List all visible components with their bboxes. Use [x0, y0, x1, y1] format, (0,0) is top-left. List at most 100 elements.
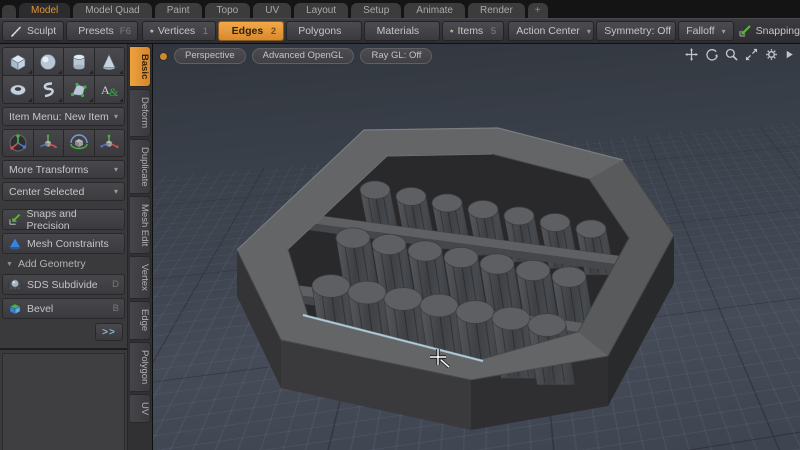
orbit-rotate-icon[interactable] [705, 48, 718, 61]
transform-gizmo-icon [7, 133, 29, 153]
chevron-down-icon: ▾ [114, 165, 118, 174]
snaps-icon [8, 213, 21, 226]
viewport-canvas[interactable] [153, 44, 800, 450]
tab-model-quad[interactable]: Model Quad [73, 3, 151, 18]
add-tab-button[interactable]: + [528, 3, 548, 18]
vtab-uv[interactable]: UV [130, 394, 151, 423]
edges-cube-icon [226, 25, 227, 37]
sidebar-vertical-tabs: Basic Deform Duplicate Mesh Edit Vertex … [128, 44, 152, 450]
snapping-arrow-icon [738, 24, 752, 38]
action-center-dropdown[interactable]: Action Center ▾ [508, 21, 594, 41]
layout-tabbar: Model Model Quad Paint Topo UV Layout Se… [0, 0, 800, 18]
mode-items-button[interactable]: Items 5 [442, 21, 504, 41]
sketch-curve-icon [69, 81, 89, 99]
svg-text:&: & [109, 85, 119, 99]
vtab-deform[interactable]: Deform [130, 89, 151, 136]
cube-primitive-button[interactable] [3, 48, 33, 75]
helix-primitive-button[interactable] [34, 76, 64, 103]
bevel-icon [8, 302, 22, 315]
transform-tool-button[interactable] [3, 130, 33, 156]
presets-label: Presets [78, 25, 114, 37]
perspective-button[interactable]: Perspective [174, 48, 246, 64]
tab-uv[interactable]: UV [253, 3, 291, 18]
chevron-down-icon: ▾ [114, 187, 118, 196]
mode-shortcut-number: 5 [489, 26, 496, 37]
scale-tool-button[interactable] [95, 130, 125, 156]
vtab-vertex[interactable]: Vertex [130, 256, 151, 299]
vtab-mesh-edit[interactable]: Mesh Edit [130, 196, 151, 254]
expand-panel-button[interactable]: >> [95, 323, 123, 341]
torus-primitive-button[interactable] [3, 76, 33, 103]
sculpt-pen-icon [10, 25, 23, 38]
bevel-button[interactable]: Bevel B [2, 298, 125, 319]
tab-paint[interactable]: Paint [155, 3, 202, 18]
3d-viewport[interactable]: Perspective Advanced OpenGL Ray GL: Off [152, 44, 800, 450]
mode-shortcut-number: 2 [269, 26, 276, 37]
more-transforms-dropdown[interactable]: More Transforms ▾ [2, 160, 125, 179]
center-selected-dropdown[interactable]: Center Selected ▾ [2, 182, 125, 201]
tab-render[interactable]: Render [468, 3, 525, 18]
vtab-basic[interactable]: Basic [130, 46, 151, 87]
snapping-button[interactable]: Snapping [736, 21, 800, 41]
chevron-down-icon: ▾ [587, 27, 591, 36]
sculpt-button[interactable]: Sculpt [2, 21, 64, 41]
vtab-polygon[interactable]: Polygon [130, 342, 151, 392]
mode-label: Materials [377, 25, 420, 37]
items-cube-icon [450, 25, 453, 37]
mesh-constraints-icon [8, 237, 22, 250]
cone-primitive-button[interactable] [95, 48, 125, 75]
helix-icon [38, 81, 58, 99]
empty-panel [2, 353, 125, 450]
viewport-active-dot-icon[interactable] [159, 52, 168, 61]
snaps-precision-button[interactable]: Snaps and Precision [2, 209, 125, 230]
rotate-tool-button[interactable] [64, 130, 94, 156]
viewport-menu-icon[interactable] [785, 48, 794, 61]
triangle-down-icon: ▼ [6, 261, 13, 268]
bevel-label: Bevel [27, 303, 53, 315]
primitive-grid: A & [2, 47, 125, 104]
vtab-edge[interactable]: Edge [130, 301, 151, 339]
move-tool-button[interactable] [34, 130, 64, 156]
item-menu-dropdown[interactable]: Item Menu: New Item ▾ [2, 107, 125, 126]
fit-view-icon[interactable] [745, 48, 758, 61]
sds-subdivide-button[interactable]: SDS Subdivide D [2, 274, 125, 295]
rotate-gizmo-icon [68, 133, 90, 153]
sds-subdivide-icon [8, 278, 22, 291]
add-geometry-header[interactable]: ▼ Add Geometry [2, 257, 125, 271]
panel-splitter[interactable] [0, 348, 127, 350]
falloff-label: Falloff [686, 25, 714, 37]
tab-animate[interactable]: Animate [404, 3, 465, 18]
center-selected-label: Center Selected [9, 186, 84, 198]
sketch-curve-button[interactable] [64, 76, 94, 103]
tool-sidebar: A & Item Menu: New Item ▾ [0, 44, 128, 450]
shading-mode-button[interactable]: Advanced OpenGL [252, 48, 355, 64]
sds-shortcut: D [112, 279, 119, 290]
mode-vertices-button[interactable]: Vertices 1 [142, 21, 216, 41]
action-center-label: Action Center [516, 25, 580, 37]
tab-layout[interactable]: Layout [294, 3, 348, 18]
sds-subdivide-label: SDS Subdivide [27, 279, 98, 291]
text-primitive-button[interactable]: A & [95, 76, 125, 103]
vertices-cube-icon [150, 25, 154, 37]
more-transforms-label: More Transforms [9, 164, 88, 176]
falloff-dropdown[interactable]: Falloff ▾ [678, 21, 733, 41]
main-toolbar: Sculpt Presets F6 Vertices 1 Edges 2 [0, 18, 800, 44]
symmetry-dropdown[interactable]: Symmetry: Off ▾ [596, 21, 676, 41]
cone-icon [99, 53, 119, 71]
cube-icon [8, 53, 28, 71]
settings-gear-icon[interactable] [765, 48, 778, 61]
zoom-magnifier-icon[interactable] [725, 48, 738, 61]
mode-polygons-button[interactable]: Polygons [286, 21, 362, 41]
cylinder-primitive-button[interactable] [64, 48, 94, 75]
raygl-button[interactable]: Ray GL: Off [360, 48, 432, 64]
vtab-duplicate[interactable]: Duplicate [130, 139, 151, 195]
sphere-primitive-button[interactable] [34, 48, 64, 75]
mesh-constraints-button[interactable]: Mesh Constraints [2, 233, 125, 254]
mode-edges-button[interactable]: Edges 2 [218, 21, 284, 41]
presets-button[interactable]: Presets F6 [66, 21, 138, 41]
tab-setup[interactable]: Setup [351, 3, 401, 18]
pan-move-icon[interactable] [685, 48, 698, 61]
tab-topo[interactable]: Topo [205, 3, 251, 18]
mode-materials-button[interactable]: Materials [364, 21, 440, 41]
tab-model[interactable]: Model [19, 3, 70, 18]
